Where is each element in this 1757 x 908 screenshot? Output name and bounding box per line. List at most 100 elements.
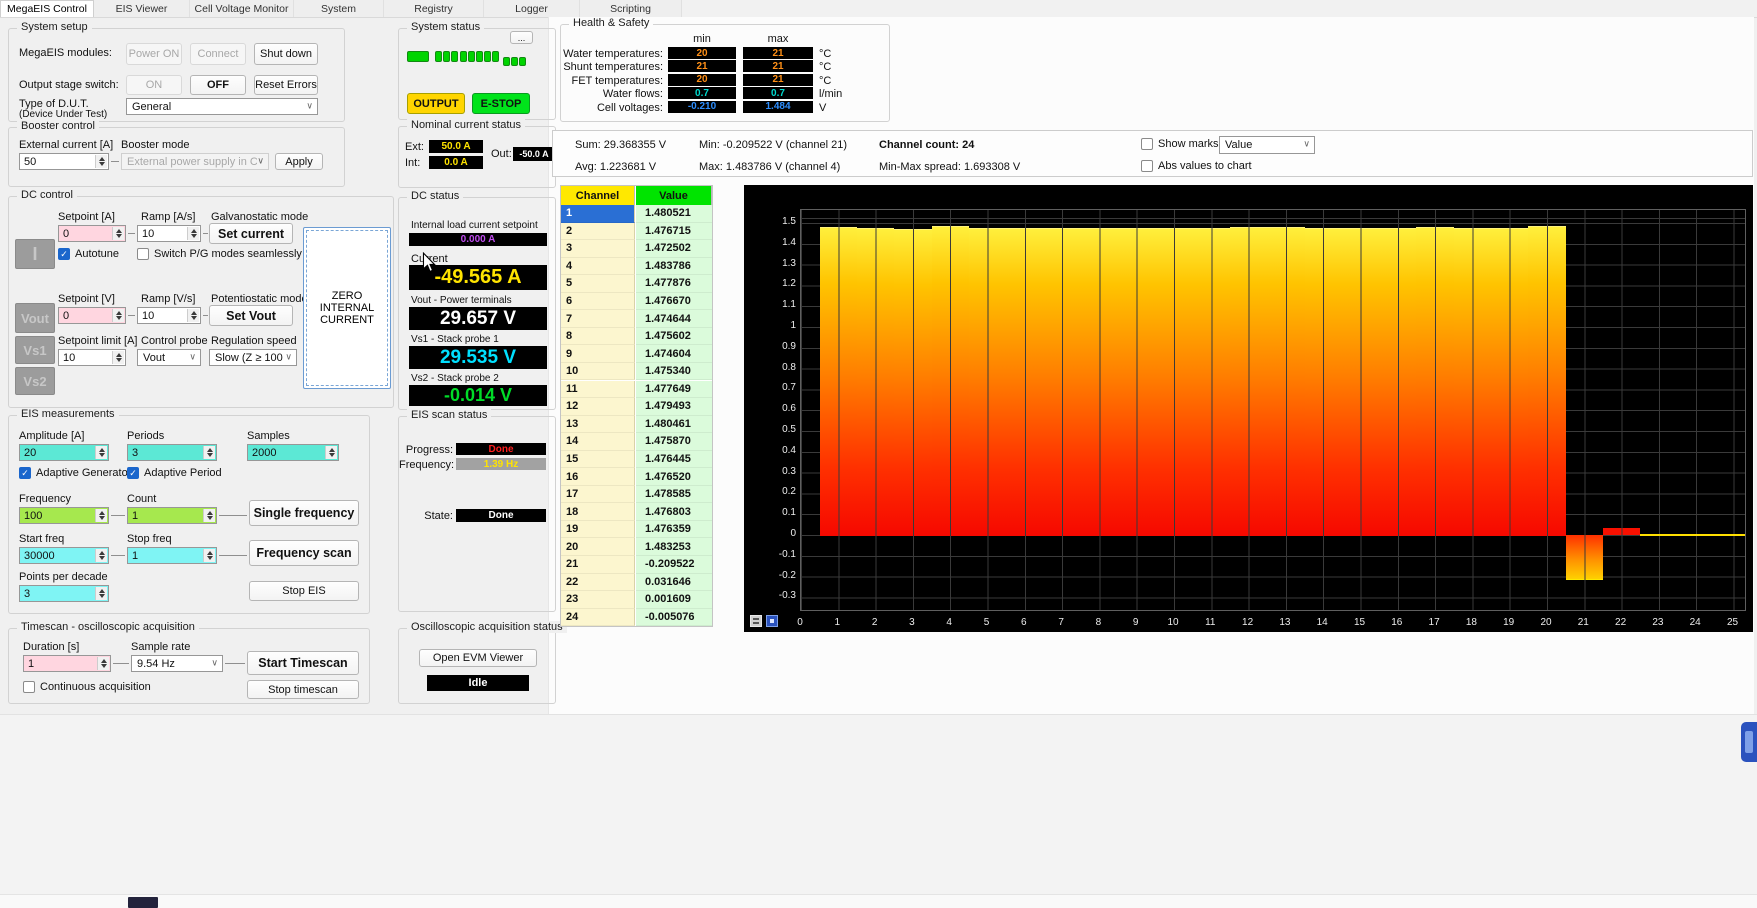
spinner[interactable]	[203, 509, 215, 522]
channel-cell[interactable]: 16	[561, 468, 635, 486]
channel-cell[interactable]: 22	[561, 574, 635, 592]
samples-input[interactable]: 2000	[247, 444, 339, 461]
tab-system[interactable]: System	[294, 0, 384, 17]
zero-internal-current-button[interactable]: ZERO INTERNAL CURRENT	[303, 227, 391, 389]
value-cell[interactable]: 1.476670	[636, 293, 712, 311]
value-cell[interactable]: 1.475870	[636, 433, 712, 451]
channel-cell[interactable]: 21	[561, 556, 635, 574]
channel-cell[interactable]: 8	[561, 328, 635, 346]
duration-input[interactable]: 1	[23, 655, 111, 672]
channel-cell[interactable]: 24	[561, 609, 635, 627]
value-cell[interactable]: 1.476715	[636, 223, 712, 241]
set-current-button[interactable]: Set current	[209, 223, 293, 244]
tab-logger[interactable]: Logger	[484, 0, 580, 17]
off-button[interactable]: OFF	[190, 75, 246, 95]
on-button[interactable]: ON	[126, 75, 182, 95]
tab-cell-voltage-monitor[interactable]: Cell Voltage Monitor	[190, 0, 294, 17]
spinner[interactable]	[95, 155, 107, 168]
voltage-bar-chart[interactable]: 1.51.41.31.21.110.90.80.70.60.50.40.30.2…	[744, 185, 1753, 632]
booster-mode-dropdown[interactable]: External power supply in CC mode∨	[121, 153, 269, 170]
tab-scripting[interactable]: Scripting	[580, 0, 682, 17]
adaptive-generator-checkbox[interactable]: ✓Adaptive Generator	[19, 467, 131, 479]
spinner[interactable]	[95, 446, 107, 459]
value-cell[interactable]: 1.472502	[636, 240, 712, 258]
spinner[interactable]	[95, 587, 107, 600]
tab-eis-viewer[interactable]: EIS Viewer	[94, 0, 190, 17]
start-freq-input[interactable]: 30000	[19, 547, 109, 564]
value-cell[interactable]: 1.477876	[636, 275, 712, 293]
setpoint-limit-input[interactable]: 10	[58, 349, 126, 366]
value-cell[interactable]: 1.475602	[636, 328, 712, 346]
channel-cell[interactable]: 15	[561, 451, 635, 469]
value-cell[interactable]: -0.005076	[636, 609, 712, 627]
vout-mode-button[interactable]: Vout	[15, 303, 55, 333]
value-cell[interactable]: 1.476445	[636, 451, 712, 469]
power-on-button[interactable]: Power ON	[126, 43, 182, 65]
output-button[interactable]: OUTPUT	[407, 93, 465, 114]
channel-cell[interactable]: 18	[561, 503, 635, 521]
chart-save-icon[interactable]	[766, 615, 778, 627]
value-cell[interactable]: 1.476359	[636, 521, 712, 539]
channel-cell[interactable]: 12	[561, 398, 635, 416]
value-cell[interactable]: 0.001609	[636, 591, 712, 609]
tab-registry[interactable]: Registry	[384, 0, 484, 17]
value-cell[interactable]: 1.483786	[636, 258, 712, 276]
shut-down-button[interactable]: Shut down	[254, 43, 318, 65]
sample-rate-dropdown[interactable]: 9.54 Hz∨	[131, 655, 223, 672]
e-stop-button[interactable]: E-STOP	[472, 93, 530, 114]
reset-errors-button[interactable]: Reset Errors	[254, 75, 318, 95]
touch-keyboard-tray-icon[interactable]	[1741, 722, 1757, 762]
ramp-v-input[interactable]: 10	[137, 307, 201, 324]
stop-freq-input[interactable]: 1	[127, 547, 217, 564]
spinner[interactable]	[112, 351, 124, 364]
value-cell[interactable]: 1.480461	[636, 416, 712, 434]
value-cell[interactable]: 1.477649	[636, 381, 712, 399]
spinner[interactable]	[203, 446, 215, 459]
points-per-decade-input[interactable]: 3	[19, 585, 109, 602]
switch-pg-checkbox[interactable]: Switch P/G modes seamlessly	[137, 248, 302, 260]
ext-current-input[interactable]: 50	[19, 153, 109, 170]
setpoint-v-input[interactable]: 0	[58, 307, 126, 324]
value-cell[interactable]: 1.480521	[636, 205, 712, 223]
stop-eis-button[interactable]: Stop EIS	[249, 581, 359, 601]
spinner[interactable]	[187, 309, 199, 322]
channel-cell[interactable]: 5	[561, 275, 635, 293]
channel-column-header[interactable]: Channel	[561, 186, 635, 205]
spinner[interactable]	[325, 446, 337, 459]
spinner[interactable]	[95, 549, 107, 562]
ramp-a-input[interactable]: 10	[137, 225, 201, 242]
value-cell[interactable]: 1.474644	[636, 310, 712, 328]
value-dropdown[interactable]: Value∨	[1219, 136, 1315, 154]
continuous-acquisition-checkbox[interactable]: Continuous acquisition	[23, 681, 151, 693]
spinner[interactable]	[112, 309, 124, 322]
channel-cell[interactable]: 7	[561, 310, 635, 328]
value-cell[interactable]: -0.209522	[636, 556, 712, 574]
channel-cell[interactable]: 20	[561, 538, 635, 556]
spinner[interactable]	[187, 227, 199, 240]
spinner[interactable]	[95, 509, 107, 522]
value-cell[interactable]: 1.476520	[636, 468, 712, 486]
show-marks-checkbox[interactable]: Show marks	[1141, 138, 1219, 150]
channel-cell[interactable]: 3	[561, 240, 635, 258]
taskbar-app-tile[interactable]	[128, 897, 158, 908]
frequency-input[interactable]: 100	[19, 507, 109, 524]
tab-megaeis-control[interactable]: MegaEIS Control	[0, 0, 94, 17]
value-column-header[interactable]: Value	[636, 186, 712, 205]
channel-cell[interactable]: 17	[561, 486, 635, 504]
taskbar[interactable]	[0, 894, 1757, 908]
channel-table[interactable]: ChannelValue11.48052121.47671531.4725024…	[560, 185, 713, 627]
chart-export-icon[interactable]	[750, 615, 762, 627]
i-mode-button[interactable]: I	[15, 239, 55, 269]
value-cell[interactable]: 1.478585	[636, 486, 712, 504]
count-input[interactable]: 1	[127, 507, 217, 524]
value-cell[interactable]: 1.475340	[636, 363, 712, 381]
amplitude-input[interactable]: 20	[19, 444, 109, 461]
value-cell[interactable]: 0.031646	[636, 574, 712, 592]
single-frequency-button[interactable]: Single frequency	[249, 500, 359, 526]
channel-cell[interactable]: 9	[561, 345, 635, 363]
periods-input[interactable]: 3	[127, 444, 217, 461]
channel-cell[interactable]: 19	[561, 521, 635, 539]
set-vout-button[interactable]: Set Vout	[209, 305, 293, 326]
channel-cell[interactable]: 14	[561, 433, 635, 451]
setpoint-a-input[interactable]: 0	[58, 225, 126, 242]
